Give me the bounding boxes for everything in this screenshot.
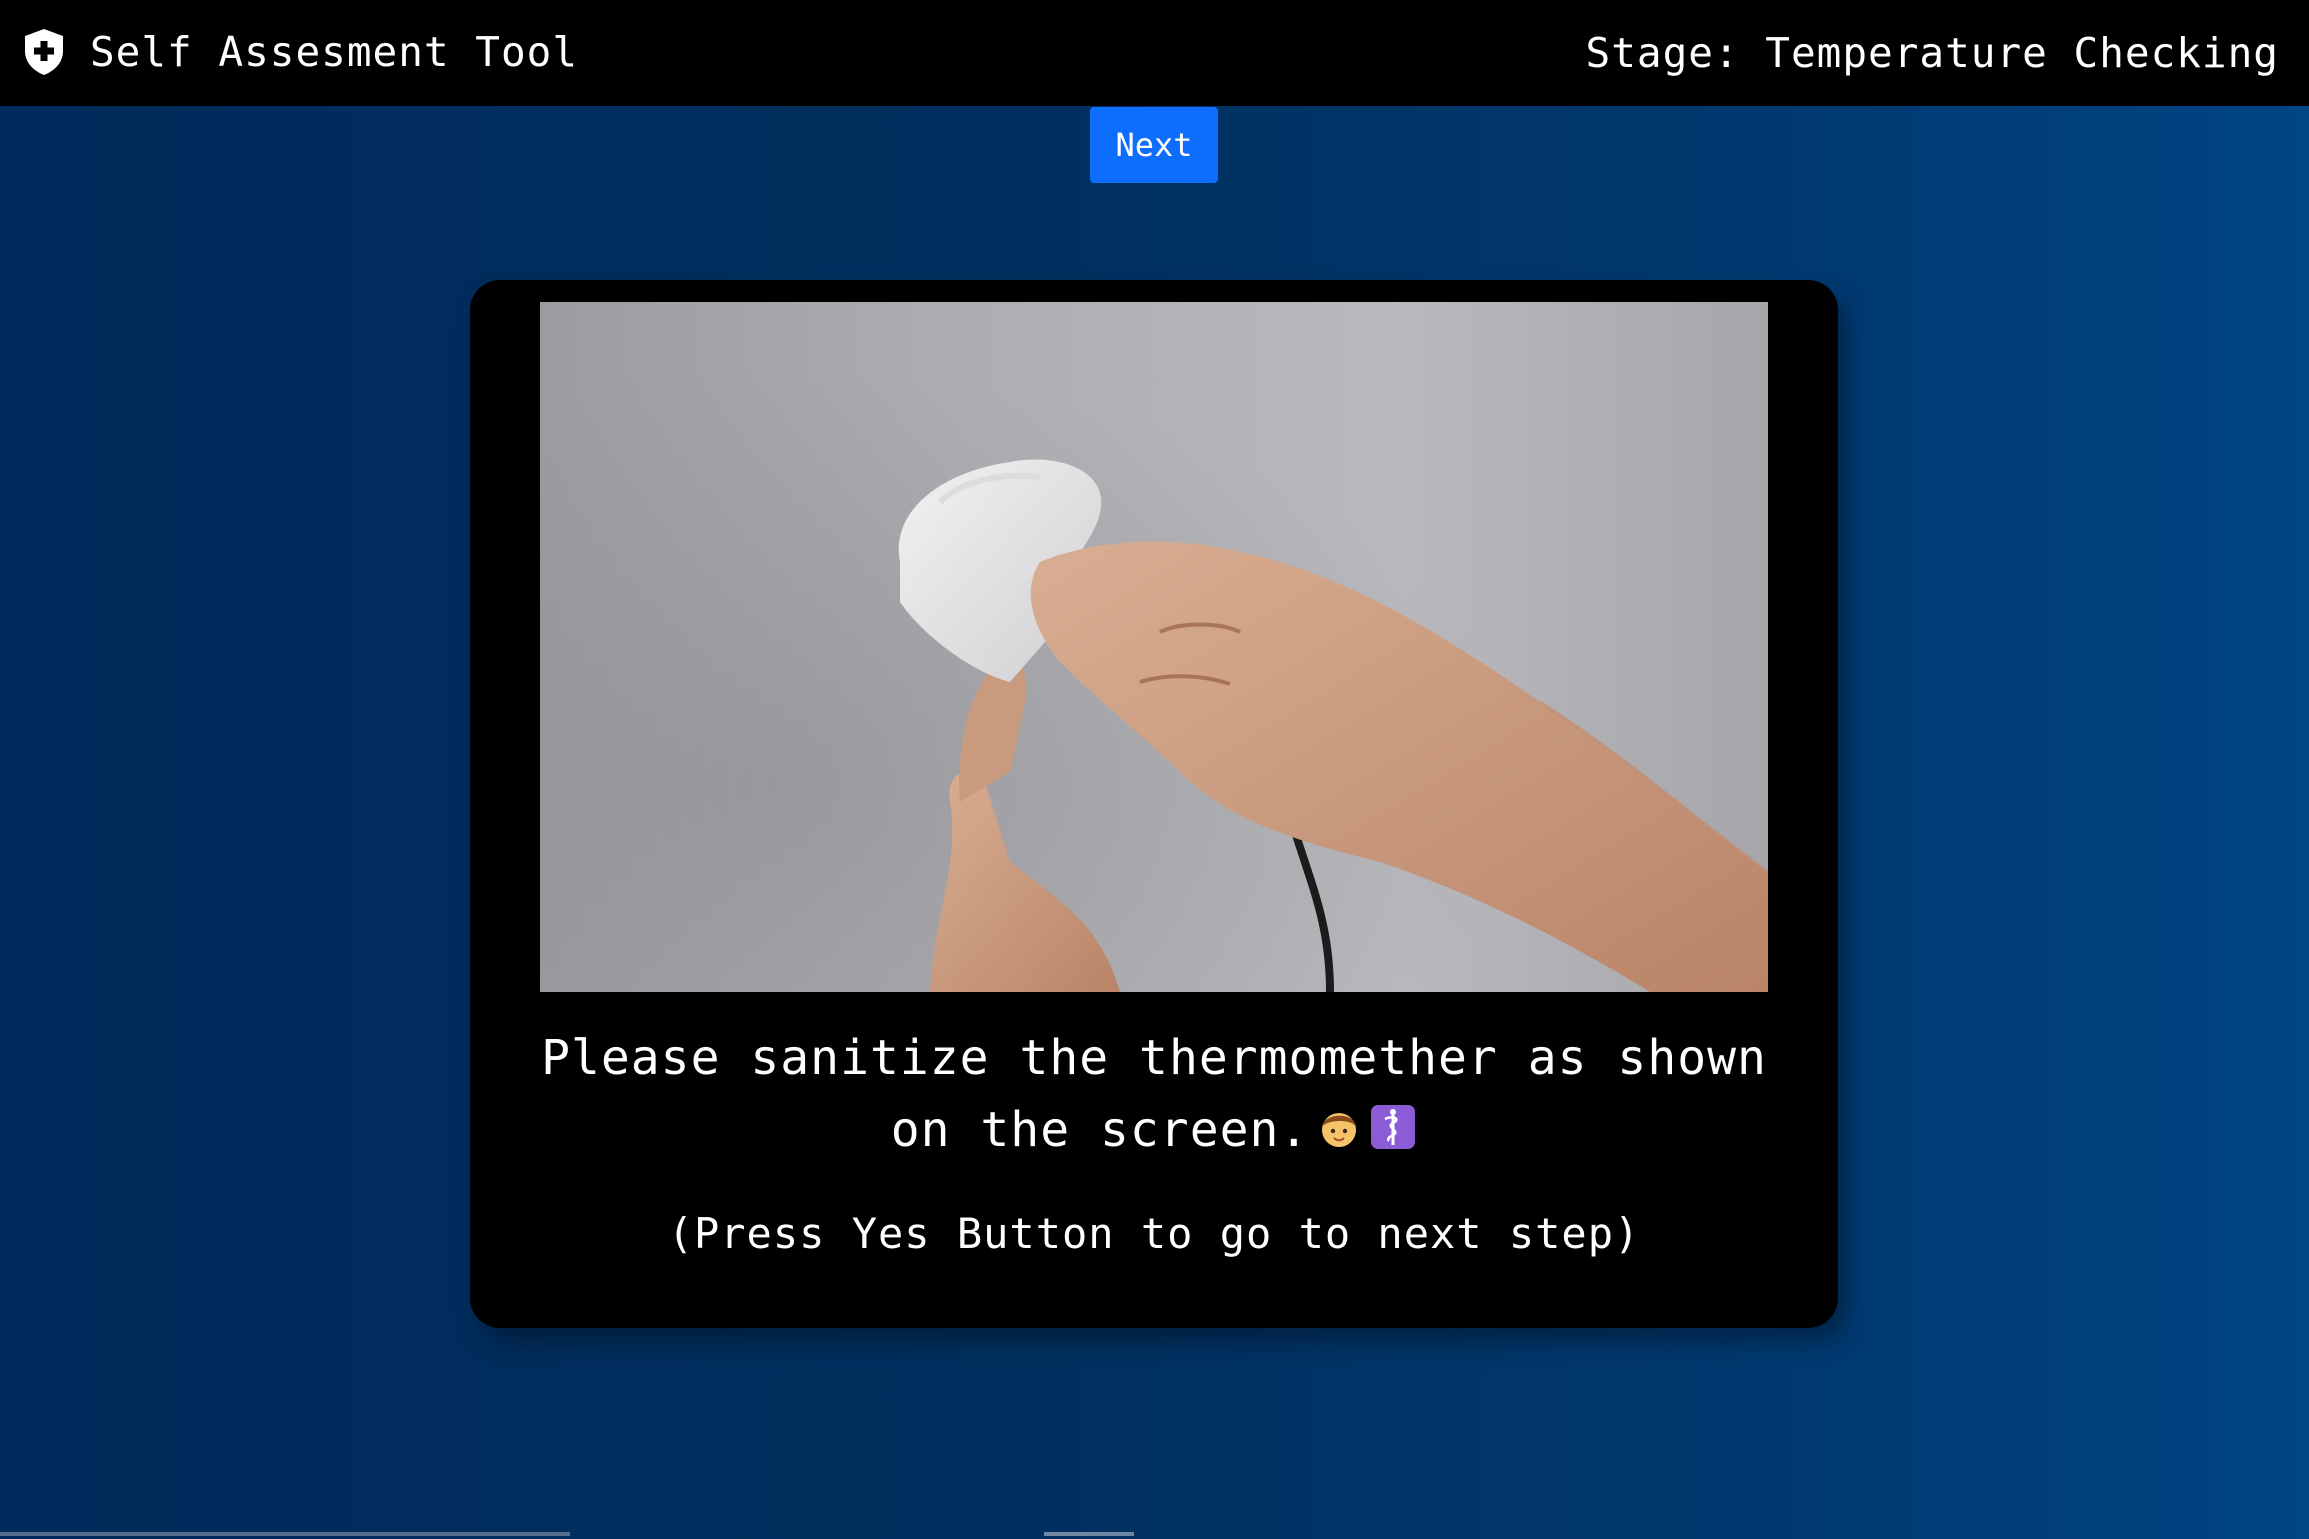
- sanitize-thermometer-image: [540, 302, 1768, 992]
- brand[interactable]: Self Assesment Tool: [22, 26, 578, 78]
- instruction-video: [540, 302, 1768, 992]
- app-title: Self Assesment Tool: [90, 28, 578, 76]
- stage-indicator: Stage: Temperature Checking: [1585, 29, 2279, 77]
- medical-symbol-emoji-icon: [1369, 1103, 1417, 1151]
- scroll-thumb[interactable]: [1044, 1532, 1134, 1536]
- instruction-text: Please sanitize the thermomether as show…: [510, 1022, 1798, 1166]
- instruction-card: Please sanitize the thermomether as show…: [470, 280, 1838, 1328]
- horizontal-scrollbar[interactable]: [0, 1532, 570, 1536]
- next-button[interactable]: Next: [1090, 107, 1218, 183]
- boy-emoji-icon: [1315, 1103, 1363, 1151]
- next-step-hint: (Press Yes Button to go to next step): [667, 1209, 1641, 1258]
- top-navbar: Self Assesment Tool Stage: Temperature C…: [0, 0, 2309, 106]
- shield-plus-icon: [22, 27, 66, 77]
- instruction-message: Please sanitize the thermomether as show…: [541, 1030, 1767, 1158]
